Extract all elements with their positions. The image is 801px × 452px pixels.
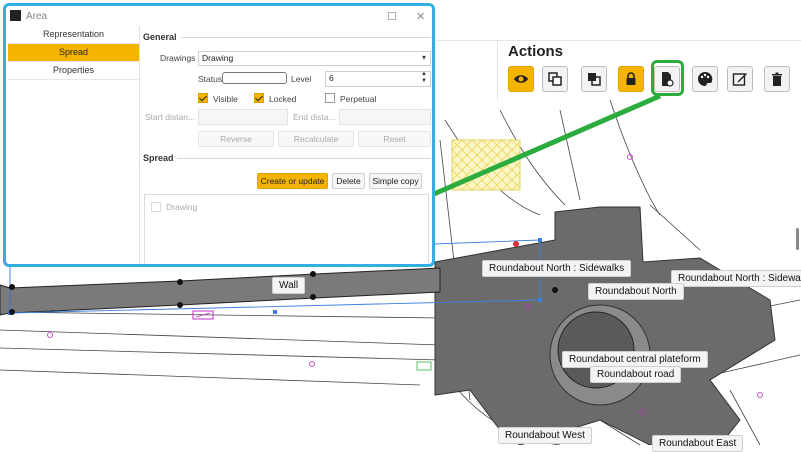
delete-button[interactable]: [764, 66, 790, 92]
list-item-checkbox[interactable]: [151, 202, 161, 212]
perpetual-checkbox[interactable]: [325, 93, 335, 103]
bring-forward-button[interactable]: [542, 66, 568, 92]
close-icon[interactable]: ✕: [416, 10, 425, 23]
reset-button[interactable]: Reset: [358, 131, 431, 147]
lock-button[interactable]: [618, 66, 644, 92]
drawings-select[interactable]: Drawing ▾: [198, 51, 431, 66]
visibility-button[interactable]: [508, 66, 534, 92]
level-label: Level: [291, 74, 312, 84]
scrollbar-thumb[interactable]: [796, 228, 799, 250]
trash-icon: [772, 72, 782, 86]
roundabout-shapes[interactable]: [434, 206, 776, 445]
top-panel: [437, 0, 801, 41]
end-distance-field[interactable]: [339, 109, 431, 125]
drawings-value: Drawing: [202, 53, 234, 63]
create-or-update-button[interactable]: Create or update: [257, 173, 328, 189]
dialog-main: General Drawings Drawing ▾ Status Level …: [143, 26, 431, 264]
area-dialog: Area ☐ ✕ Representation Spread Propertie…: [3, 3, 435, 267]
style-button[interactable]: [692, 66, 718, 92]
map-label-roundabout-north-sidewalks[interactable]: Roundabout North : Sidewalks: [482, 260, 632, 277]
start-distance-label: Start distan...: [145, 112, 196, 122]
nav-item-spread[interactable]: Spread: [8, 44, 139, 62]
spread-section-title: Spread: [143, 153, 174, 163]
divider: [181, 37, 431, 38]
start-distance-field[interactable]: [198, 109, 288, 125]
dialog-titlebar[interactable]: Area ☐ ✕: [6, 6, 432, 26]
highlight-frame: [651, 60, 684, 96]
recalculate-button[interactable]: Recalculate: [278, 131, 354, 147]
perpetual-label: Perpetual: [340, 94, 377, 104]
level-stepper[interactable]: 6 ▲ ▼: [325, 71, 431, 87]
send-backward-icon: [588, 73, 601, 86]
map-label-roundabout-west[interactable]: Roundabout West: [498, 427, 592, 444]
simple-copy-button[interactable]: Simple copy: [369, 173, 422, 189]
map-label-roundabout-road[interactable]: Roundabout road: [590, 366, 682, 383]
green-arrow: [398, 93, 661, 210]
chevron-down-icon: ▾: [421, 53, 426, 62]
status-field[interactable]: [222, 72, 287, 84]
status-label: Status: [198, 74, 223, 84]
reverse-button[interactable]: Reverse: [198, 131, 274, 147]
level-value: 6: [329, 73, 334, 83]
app-icon: [10, 10, 21, 21]
eye-icon: [514, 75, 528, 83]
visible-label: Visible: [213, 94, 238, 104]
nav-item-representation[interactable]: Representation: [8, 26, 139, 44]
lock-icon: [626, 72, 636, 85]
bring-forward-icon: [548, 72, 562, 86]
edit-icon: [732, 73, 747, 86]
map-label-roundabout-north[interactable]: Roundabout North: [588, 283, 684, 300]
nav-item-properties[interactable]: Properties: [8, 62, 139, 80]
map-label-roundabout-north-sidewa[interactable]: Roundabout North : Sidewa: [671, 270, 801, 287]
actions-title: Actions: [508, 43, 564, 60]
send-backward-button[interactable]: [581, 66, 607, 92]
maximize-icon[interactable]: ☐: [387, 10, 397, 23]
map-label-roundabout-east[interactable]: Roundabout East: [652, 435, 744, 452]
stepper-arrows-icon[interactable]: ▲ ▼: [421, 71, 427, 85]
dialog-nav: Representation Spread Properties: [8, 26, 140, 264]
divider: [177, 158, 431, 159]
end-distance-label: End dista...: [293, 112, 336, 122]
dialog-title: Area: [26, 11, 48, 22]
divider: [497, 40, 498, 100]
general-section-title: General: [143, 32, 177, 42]
visible-checkbox[interactable]: [198, 93, 208, 103]
drawings-label: Drawings: [160, 53, 196, 63]
palette-icon: [698, 71, 713, 86]
locked-label: Locked: [269, 94, 297, 104]
locked-checkbox[interactable]: [254, 93, 264, 103]
delete-spread-button[interactable]: Delete: [332, 173, 365, 189]
spread-list[interactable]: Drawing: [144, 194, 429, 264]
map-label-wall[interactable]: Wall: [272, 277, 306, 294]
list-item: Drawing: [166, 202, 198, 212]
edit-button[interactable]: [727, 66, 753, 92]
